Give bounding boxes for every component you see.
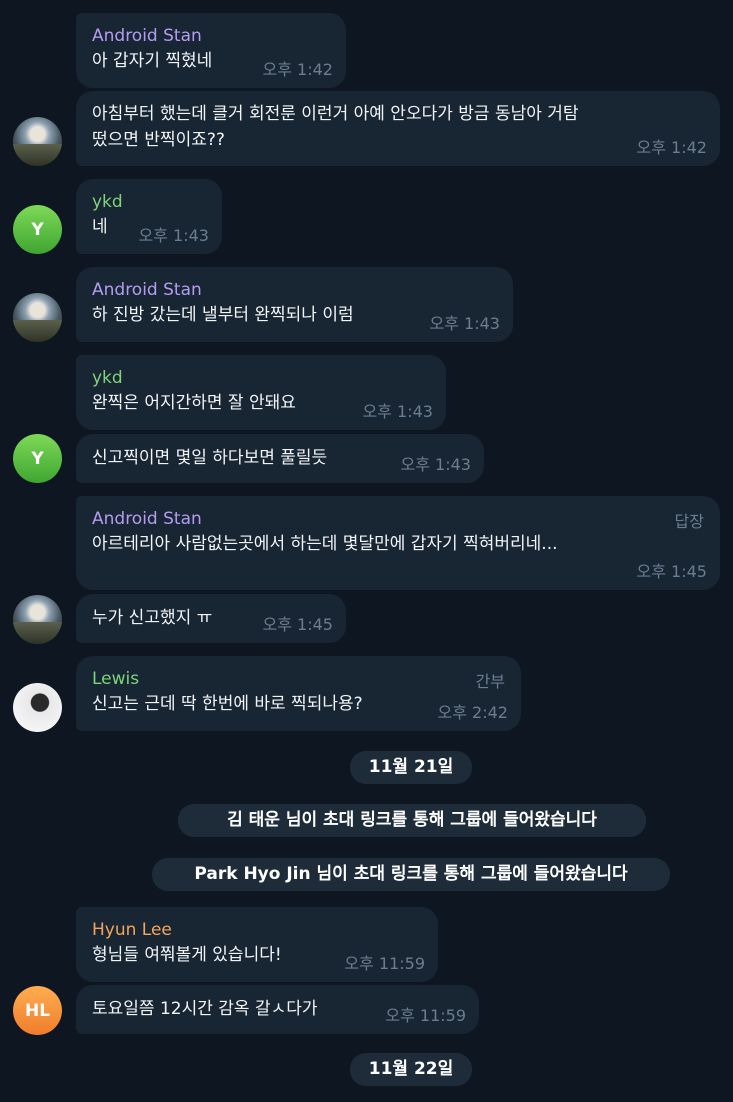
date-separator: 11월 21일 — [350, 751, 472, 784]
message-time: 오후 1:43 — [400, 455, 471, 474]
avatar-initials: HL — [24, 1000, 51, 1021]
user-initials-avatar[interactable]: Y — [13, 205, 62, 254]
message-time: 오후 1:45 — [636, 562, 707, 581]
user-initials-avatar[interactable]: Y — [13, 434, 62, 483]
message-text-line: 아침부터 했는데 클거 회전룬 이런거 아예 안오다가 방금 동남아 거탐 — [92, 104, 579, 124]
message-bubble[interactable]: 누가 신고했지 ㅠ 오후 1:45 — [76, 594, 346, 643]
message-time: 오후 11:59 — [344, 954, 425, 973]
message-time: 오후 1:43 — [362, 402, 433, 421]
message-time: 오후 1:43 — [138, 226, 209, 245]
avatar-initials: Y — [31, 219, 44, 240]
message-time: 오후 1:42 — [636, 138, 707, 157]
service-message: 김 태운 님이 초대 링크를 통해 그룹에 들어왔습니다 — [178, 804, 646, 837]
sender-name[interactable]: Hyun Lee — [92, 919, 422, 942]
message-bubble[interactable]: 아침부터 했는데 클거 회전룬 이런거 아예 안오다가 방금 동남아 거탐 떴으… — [76, 91, 720, 166]
message-bubble[interactable]: Android Stan 아 갑자기 찍혔네 오후 1:42 — [76, 13, 346, 88]
sender-name[interactable]: Android Stan — [92, 508, 704, 531]
message-time: 오후 1:45 — [262, 615, 333, 634]
message-text-line: 떴으면 반찍이죠?? — [92, 130, 225, 150]
sender-name[interactable]: Lewis — [92, 668, 505, 691]
message-time: 오후 1:43 — [429, 314, 500, 333]
message-time: 오후 1:42 — [262, 60, 333, 79]
sender-name[interactable]: ykd — [92, 191, 206, 214]
message-bubble[interactable]: 신고찍이면 몇일 하다보면 풀릴듯 오후 1:43 — [76, 434, 484, 483]
user-photo-avatar[interactable] — [13, 683, 62, 732]
avatar-initials: Y — [31, 448, 44, 469]
message-bubble[interactable]: ykd 네 오후 1:43 — [76, 179, 222, 254]
sender-name[interactable]: Android Stan — [92, 25, 330, 48]
sender-name[interactable]: ykd — [92, 367, 430, 390]
sender-name[interactable]: Android Stan — [92, 279, 497, 302]
role-tag: 간부 — [475, 672, 505, 691]
message-bubble[interactable]: Android Stan 하 진방 갔는데 낼부터 완찍되나 이럼 오후 1:4… — [76, 267, 513, 342]
user-photo-avatar[interactable] — [13, 595, 62, 644]
service-message: Park Hyo Jin 님이 초대 링크를 통해 그룹에 들어왔습니다 — [152, 858, 670, 891]
user-photo-avatar[interactable] — [13, 293, 62, 342]
user-photo-avatar[interactable] — [13, 117, 62, 166]
message-bubble[interactable]: Hyun Lee 형님들 여쭤볼게 있습니다! 오후 11:59 — [76, 907, 438, 982]
message-bubble[interactable]: 토요일쯤 12시간 감옥 갈ㅅ다가 오후 11:59 — [76, 985, 479, 1034]
message-time: 오후 11:59 — [385, 1006, 466, 1025]
message-bubble[interactable]: Lewis 간부 신고는 근데 딱 한번에 바로 찍되나용? 오후 2:42 — [76, 656, 521, 731]
message-time: 오후 2:42 — [437, 703, 508, 722]
message-bubble[interactable]: ykd 완찍은 어지간하면 잘 안돼요 오후 1:43 — [76, 355, 446, 430]
user-initials-avatar[interactable]: HL — [13, 986, 62, 1035]
role-tag: 답장 — [674, 512, 704, 531]
message-text: 아르테리아 사람없는곳에서 하는데 몇달만에 갑자기 찍혀버리네... — [92, 534, 558, 554]
message-bubble[interactable]: Android Stan 답장 아르테리아 사람없는곳에서 하는데 몇달만에 갑… — [76, 496, 720, 590]
date-separator: 11월 22일 — [350, 1053, 472, 1086]
